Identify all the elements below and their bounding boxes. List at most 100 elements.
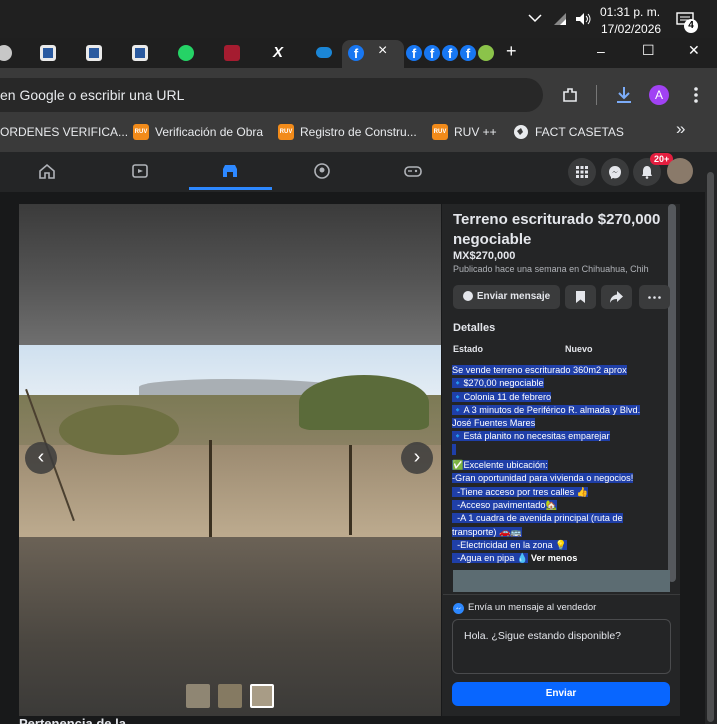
menu-kebab-icon[interactable] (692, 86, 700, 104)
panel-divider (443, 594, 680, 595)
clock-date[interactable]: 17/02/2026 (601, 21, 661, 37)
section-heading-partial: Pertenencia de la (19, 716, 126, 724)
details-scrollbar[interactable] (668, 204, 676, 582)
description-line: -Agua en pipa 💧 Ver menos (452, 553, 578, 564)
home-icon[interactable] (38, 163, 56, 179)
share-icon (610, 291, 623, 303)
extensions-icon[interactable] (561, 86, 579, 104)
share-button[interactable] (601, 285, 632, 309)
description-line: -A 1 cuadra de avenida principal (ruta d… (452, 513, 623, 524)
ellipsis-icon (648, 296, 661, 299)
listing-title: Terreno escriturado $270,000 negociable (453, 211, 661, 248)
description-line: José Fuentes Mares (452, 418, 536, 429)
messenger-button[interactable] (601, 158, 629, 186)
description-line (452, 443, 664, 459)
listing-posted-info: Publicado hace una semana en Chihuahua, … (453, 264, 649, 274)
facebook-icon[interactable]: f (424, 45, 440, 61)
tab-favicon-doc-1[interactable] (40, 45, 56, 61)
fb-profile-avatar[interactable] (667, 158, 693, 184)
bookmark-icon (576, 291, 585, 303)
listing-photo-viewer: ‹ › (19, 204, 441, 716)
messenger-icon (453, 603, 464, 614)
toolbar-divider (596, 85, 597, 105)
marketplace-tab-indicator (189, 187, 272, 190)
photo-thumbnail-1[interactable] (186, 684, 210, 708)
ruv-icon: RUV (432, 124, 448, 140)
video-icon[interactable] (131, 163, 149, 179)
new-tab-button[interactable]: + (506, 41, 517, 62)
facebook-icon[interactable]: f (442, 45, 458, 61)
send-message-button[interactable]: Enviar mensaje (453, 285, 560, 309)
description-line: 🔹A 3 minutos de Periférico R. almada y B… (452, 404, 641, 415)
blurred-photo-top (19, 204, 441, 345)
bookmark-registro[interactable]: Registro de Constru... (300, 124, 417, 140)
bell-icon (642, 166, 652, 179)
facebook-icon[interactable]: f (406, 45, 422, 61)
photo-thumbnail-2[interactable] (218, 684, 242, 708)
message-input-text[interactable]: Hola. ¿Sigue estando disponible? (464, 630, 621, 642)
description-line: 🔹$270,00 negociable (452, 378, 544, 389)
bookmarks-overflow-button[interactable]: » (676, 120, 685, 137)
description-line: -Electricidad en la zona 💡 (452, 539, 567, 550)
description-line: transporte) 🚗🚌 (452, 526, 522, 537)
profile-avatar[interactable]: A (649, 85, 669, 105)
bookmark-fact-casetas[interactable]: FACT CASETAS (535, 124, 624, 140)
messenger-icon (462, 291, 473, 302)
previous-photo-button[interactable]: ‹ (25, 442, 57, 474)
x-icon[interactable]: X (270, 45, 286, 61)
whatsapp-icon[interactable] (178, 45, 194, 61)
gaming-icon[interactable] (404, 163, 422, 179)
description-line: Se vende terreno escriturado 360m2 aprox (452, 365, 627, 375)
page-scrollbar[interactable] (705, 152, 717, 724)
listing-description: Se vende terreno escriturado 360m2 aprox… (452, 364, 664, 565)
condition-label: Estado (453, 344, 484, 354)
photo-thumbnail-3[interactable] (250, 684, 274, 708)
listing-photo[interactable] (19, 345, 441, 537)
address-bar-placeholder[interactable]: en Google o escribir una URL (0, 87, 184, 103)
messenger-icon (609, 166, 621, 179)
maximize-button[interactable]: ☐ (642, 42, 655, 59)
onedrive-icon[interactable] (316, 47, 332, 58)
wifi-icon[interactable] (552, 11, 568, 27)
description-line: 🔹Colonia 11 de febrero (452, 391, 552, 402)
tab-favicon-doc-2[interactable] (86, 45, 102, 61)
tab-favicon-green[interactable] (478, 45, 494, 61)
chevron-up-icon[interactable] (528, 13, 542, 23)
send-message-label: Enviar mensaje (476, 291, 551, 302)
bookmark-ordenes[interactable]: ORDENES VERIFICA... (0, 124, 128, 140)
tab-favicon-shield[interactable] (224, 45, 240, 61)
description-line: -Tiene acceso por tres calles 👍 (452, 486, 589, 497)
bookmark-verificacion[interactable]: Verificación de Obra (155, 124, 263, 140)
menu-button[interactable] (568, 158, 596, 186)
tab-close-icon[interactable]: × (378, 42, 387, 60)
save-button[interactable] (565, 285, 596, 309)
send-button[interactable]: Enviar (452, 682, 670, 706)
ruv-icon: RUV (133, 124, 149, 140)
description-line: ✅Excelente ubicación: (452, 460, 548, 471)
download-icon[interactable] (614, 85, 634, 105)
details-heading: Detalles (453, 322, 496, 334)
marketplace-icon[interactable] (221, 163, 239, 179)
see-less-link[interactable]: Ver menos (531, 553, 577, 563)
listing-price: MX$270,000 (453, 250, 516, 262)
location-map[interactable] (453, 570, 670, 592)
tab-favicon-doc-3[interactable] (132, 45, 148, 61)
facebook-icon[interactable]: f (348, 45, 364, 61)
grid-icon (576, 166, 588, 178)
close-window-button[interactable]: ✕ (688, 42, 700, 59)
notification-count-badge: 4 (684, 19, 698, 33)
volume-icon[interactable] (574, 11, 592, 27)
description-line: 🔹Está planito no necesitas emparejar (452, 431, 610, 442)
more-options-button[interactable] (639, 285, 670, 309)
condition-value: Nuevo (565, 344, 593, 354)
next-photo-button[interactable]: › (401, 442, 433, 474)
minimize-button[interactable]: – (597, 43, 605, 59)
clock-time[interactable]: 01:31 p. m. (600, 4, 660, 20)
description-line: -Gran oportunidad para vivienda o negoci… (452, 473, 634, 484)
ruv-icon: RUV (278, 124, 294, 140)
message-input[interactable] (452, 619, 671, 674)
bookmark-ruv[interactable]: RUV ++ (454, 124, 497, 140)
groups-icon[interactable] (313, 163, 331, 179)
facebook-icon[interactable]: f (460, 45, 476, 61)
taskbar: 01:31 p. m. 17/02/2026 4 (0, 0, 717, 38)
